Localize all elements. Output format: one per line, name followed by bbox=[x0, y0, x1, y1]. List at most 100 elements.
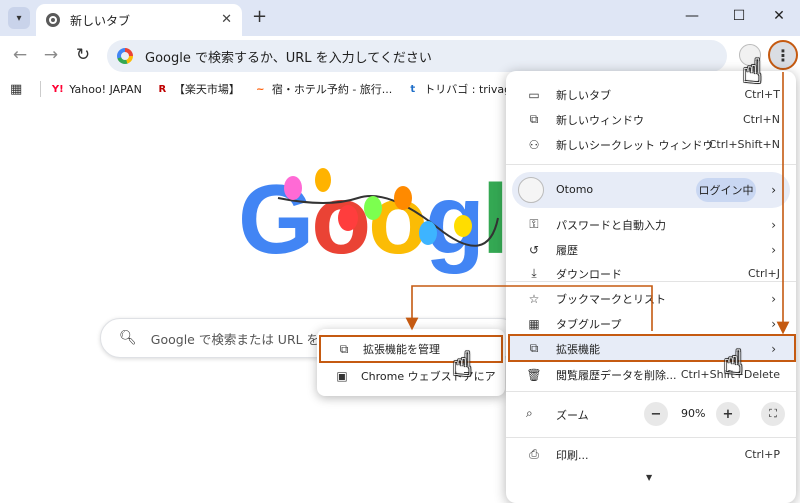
chevron-right-icon: › bbox=[771, 217, 776, 232]
pointer-hand-icon: ☝ bbox=[452, 345, 473, 385]
menu-item-incognito[interactable]: ⚇ 新しいシークレット ウィンドウ Ctrl+Shift+N bbox=[506, 132, 796, 157]
menu-divider bbox=[506, 164, 796, 165]
puzzle-icon: ⧉ bbox=[529, 341, 539, 355]
toolbar: ← → ↻ Google で検索するか、URL を入力してください ⋮ bbox=[0, 36, 800, 76]
menu-item-label: 新しいウィンドウ bbox=[556, 113, 644, 127]
trivago-icon: t bbox=[410, 83, 416, 95]
chevron-right-icon: › bbox=[771, 291, 776, 306]
zoom-icon: ⌕ bbox=[526, 406, 533, 420]
logo-letter: o bbox=[368, 164, 428, 274]
pointer-hand-icon: ☝ bbox=[742, 52, 763, 92]
tab-title: 新しいタブ bbox=[70, 13, 131, 28]
close-icon[interactable]: ✕ bbox=[221, 12, 232, 27]
zoom-in-button[interactable]: + bbox=[716, 402, 740, 426]
logo-letter: G bbox=[238, 164, 314, 274]
google-icon bbox=[117, 48, 133, 64]
zoom-value: 90% bbox=[681, 407, 706, 420]
menu-item-label: 印刷... bbox=[556, 448, 589, 462]
reload-icon[interactable]: ↻ bbox=[72, 45, 94, 65]
chevron-right-icon: › bbox=[771, 242, 776, 257]
bookmark-item[interactable]: Y! Yahoo! JAPAN bbox=[51, 83, 142, 96]
maximize-icon[interactable]: ☐ bbox=[724, 8, 754, 24]
menu-item-shortcut: Ctrl+J bbox=[747, 267, 780, 280]
fullscreen-icon[interactable]: ⛶ bbox=[761, 402, 785, 426]
menu-item-label: 新しいシークレット ウィンドウ bbox=[556, 138, 714, 152]
menu-item-passwords[interactable]: ⚿ パスワードと自動入力 › bbox=[506, 212, 796, 237]
star-icon: ☆ bbox=[528, 291, 540, 306]
menu-item-new-window[interactable]: ⧉ 新しいウィンドウ Ctrl+N bbox=[506, 107, 796, 132]
menu-divider bbox=[506, 391, 796, 392]
menu-item-clear-data[interactable]: 🗑︎ 閲覧履歴データを削除... Ctrl+Shift+Delete bbox=[506, 362, 796, 387]
avatar bbox=[518, 177, 544, 203]
more-menu-button[interactable]: ⋮ bbox=[768, 40, 798, 70]
menu-item-bookmarks[interactable]: ☆ ブックマークとリスト › bbox=[506, 286, 796, 311]
download-icon: ⤓ bbox=[531, 266, 537, 280]
apps-grid-icon[interactable]: ▦ bbox=[10, 82, 22, 97]
menu-item-downloads[interactable]: ⤓ ダウンロード Ctrl+J bbox=[506, 261, 796, 286]
menu-item-label: 新しいタブ bbox=[556, 88, 611, 102]
menu-profile-row[interactable]: Otomo ログイン中 › bbox=[512, 172, 790, 208]
status-badge: ログイン中 bbox=[696, 178, 756, 202]
menu-item-shortcut: Ctrl+Shift+N bbox=[708, 138, 780, 151]
trash-icon: 🗑︎ bbox=[526, 367, 542, 382]
chrome-web-store-item[interactable]: ▣ Chrome ウェブストアにア bbox=[317, 363, 505, 389]
extensions-submenu: ⧉ 拡張機能を管理 ▣ Chrome ウェブストアにア bbox=[317, 329, 505, 396]
tab-strip: ▾ 新しいタブ ✕ + — ☐ ✕ bbox=[0, 0, 800, 36]
profile-name: Otomo bbox=[556, 183, 594, 196]
menu-item-shortcut: Ctrl+P bbox=[744, 448, 780, 461]
chrome-icon bbox=[46, 13, 60, 27]
menu-divider bbox=[506, 281, 796, 282]
menu-item-extensions[interactable]: ⧉ 拡張機能 › bbox=[506, 336, 796, 361]
logo-letter: l bbox=[481, 164, 509, 274]
chevron-down-icon[interactable]: ▼ bbox=[646, 473, 652, 482]
chevron-right-icon: › bbox=[771, 316, 776, 331]
menu-item-label: ダウンロード bbox=[556, 267, 622, 281]
forward-icon[interactable]: → bbox=[40, 45, 62, 65]
new-tab-button[interactable]: + bbox=[252, 6, 267, 27]
menu-item-label: 履歴 bbox=[556, 243, 578, 257]
bookmark-label: Yahoo! JAPAN bbox=[69, 82, 142, 96]
tab-groups-icon: ▦ bbox=[528, 316, 540, 331]
incognito-icon: ⚇ bbox=[528, 137, 540, 152]
minimize-icon[interactable]: — bbox=[677, 8, 707, 24]
back-icon[interactable]: ← bbox=[9, 45, 31, 65]
menu-item-label: ブックマークとリスト bbox=[556, 292, 666, 306]
submenu-item-label: Chrome ウェブストアにア bbox=[361, 370, 496, 383]
menu-item-print[interactable]: ⎙ 印刷... Ctrl+P bbox=[506, 442, 796, 467]
new-window-icon: ⧉ bbox=[529, 112, 539, 126]
menu-divider bbox=[506, 437, 796, 438]
bookmark-item[interactable]: ~ 宿・ホテル予約 - 旅行... bbox=[254, 81, 392, 97]
new-tab-icon: ▭ bbox=[528, 87, 540, 102]
address-bar-text: Google で検索するか、URL を入力してください bbox=[145, 50, 432, 66]
address-bar[interactable]: Google で検索するか、URL を入力してください bbox=[107, 40, 727, 72]
menu-item-label: 閲覧履歴データを削除... bbox=[556, 368, 677, 382]
search-placeholder: Google で検索または URL を入 bbox=[150, 331, 332, 347]
menu-item-tab-groups[interactable]: ▦ タブグループ › bbox=[506, 311, 796, 336]
tab-new-tab[interactable]: 新しいタブ ✕ bbox=[36, 4, 242, 36]
search-icon: 🔍︎ bbox=[119, 330, 137, 346]
submenu-item-label: 拡張機能を管理 bbox=[363, 343, 440, 356]
manage-extensions-item[interactable]: ⧉ 拡張機能を管理 bbox=[319, 335, 503, 363]
menu-item-history[interactable]: ↺ 履歴 › bbox=[506, 237, 796, 262]
chrome-main-menu: ▭ 新しいタブ Ctrl+T ⧉ 新しいウィンドウ Ctrl+N ⚇ 新しいシー… bbox=[506, 71, 796, 503]
menu-item-label: 拡張機能 bbox=[556, 342, 600, 356]
history-icon: ↺ bbox=[528, 242, 540, 257]
store-icon: ▣ bbox=[336, 369, 348, 383]
zoom-label: ズーム bbox=[556, 409, 589, 422]
zoom-out-button[interactable]: − bbox=[644, 402, 668, 426]
menu-item-label: タブグループ bbox=[556, 317, 622, 331]
yahoo-icon: Y! bbox=[51, 83, 64, 95]
menu-item-shortcut: Ctrl+N bbox=[742, 113, 780, 126]
chevron-right-icon: › bbox=[771, 183, 776, 197]
bookmark-item[interactable]: R 【楽天市場】 bbox=[156, 81, 240, 97]
key-icon: ⚿ bbox=[529, 217, 539, 231]
pointer-hand-icon: ☝ bbox=[723, 343, 744, 383]
tab-search-button[interactable]: ▾ bbox=[8, 7, 30, 29]
bookmark-label: 【楽天市場】 bbox=[173, 83, 240, 96]
logo-letter: g bbox=[424, 164, 485, 274]
bookmark-label: 宿・ホテル予約 - 旅行... bbox=[271, 83, 393, 96]
print-icon: ⎙ bbox=[529, 447, 539, 461]
rakuten-icon: R bbox=[158, 83, 167, 95]
close-window-icon[interactable]: ✕ bbox=[764, 8, 794, 24]
logo-letter: o bbox=[311, 164, 371, 274]
